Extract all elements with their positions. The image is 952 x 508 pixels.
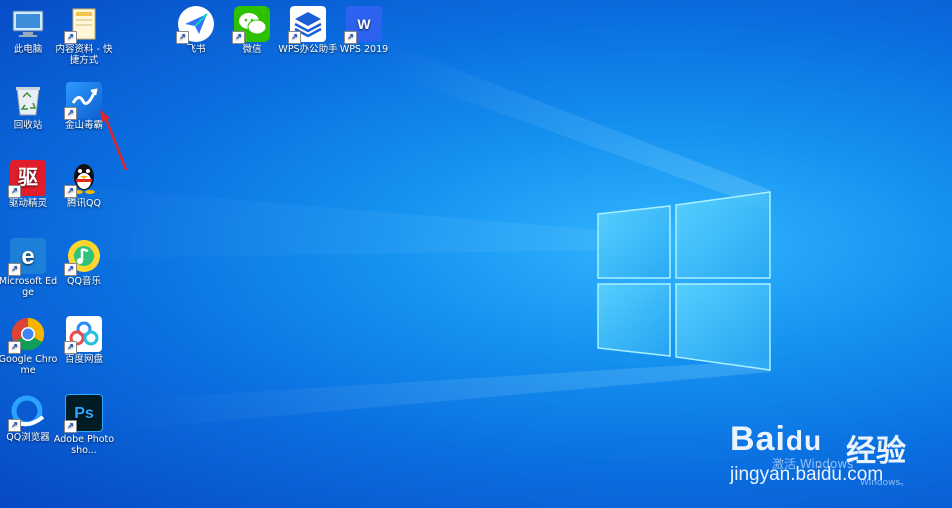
icon-label: QQ浏览器 (6, 432, 50, 443)
folder-icon: ↗ (64, 6, 102, 44)
edge-icon: e ↗ (8, 238, 46, 276)
icon-label: WPS 2019 (339, 44, 389, 55)
icon-label: WPS办公助手 (278, 44, 338, 55)
icon-label: 内容资料 - 快捷方式 (55, 44, 113, 66)
desktop-icon-wps-assistant[interactable]: ↗ WPS办公助手 (277, 6, 339, 55)
chrome-icon: ↗ (8, 316, 46, 354)
baidu-netdisk-icon: ↗ (64, 316, 102, 354)
icon-label: 微信 (242, 44, 262, 55)
baidu-logo: Baidu (730, 420, 823, 458)
icon-label: 驱动精灵 (8, 198, 47, 209)
shortcut-arrow-icon: ↗ (8, 263, 21, 276)
desktop-icon-wps-2019[interactable]: W ↗ WPS 2019 (333, 6, 395, 55)
wps-assistant-icon: ↗ (288, 6, 326, 44)
desktop-icon-feishu[interactable]: ↗ 飞书 (165, 6, 227, 55)
qq-music-icon: ↗ (64, 238, 102, 276)
recycle-bin-icon (10, 82, 46, 118)
shortcut-arrow-icon: ↗ (64, 185, 77, 198)
jingyan-url: jingyan.baidu.com (730, 464, 884, 485)
qq-browser-icon: ↗ (8, 394, 46, 432)
shortcut-arrow-icon: ↗ (64, 263, 77, 276)
shortcut-arrow-icon: ↗ (64, 31, 77, 44)
wechat-icon: ↗ (232, 6, 270, 44)
shortcut-arrow-icon: ↗ (8, 185, 21, 198)
windows-logo (597, 191, 771, 371)
shortcut-arrow-icon: ↗ (344, 31, 357, 44)
shortcut-arrow-icon: ↗ (64, 107, 77, 120)
photoshop-icon: Ps ↗ (64, 394, 103, 433)
desktop-icon-edge[interactable]: e ↗ Microsoft Edge (0, 238, 59, 298)
desktop-icon-chrome[interactable]: ↗ Google Chrome (0, 316, 59, 376)
desktop-icon-qq-music[interactable]: ↗ QQ音乐 (53, 238, 115, 287)
shortcut-arrow-icon: ↗ (176, 31, 189, 44)
desktop-icon-wechat[interactable]: ↗ 微信 (221, 6, 283, 55)
icon-label: Microsoft Edge (0, 276, 58, 298)
shortcut-arrow-icon: ↗ (64, 420, 77, 433)
feishu-icon: ↗ (176, 6, 214, 44)
desktop-icon-content-shortcut[interactable]: ↗ 内容资料 - 快捷方式 (53, 6, 115, 66)
desktop-icon-this-pc[interactable]: 此电脑 (0, 6, 59, 55)
desktop-icon-qq-browser[interactable]: ↗ QQ浏览器 (0, 394, 59, 443)
icon-label: 百度网盘 (64, 354, 103, 365)
shortcut-arrow-icon: ↗ (8, 419, 21, 432)
annotation-arrow (100, 110, 128, 171)
shortcut-arrow-icon: ↗ (232, 31, 245, 44)
icon-label: 腾讯QQ (67, 198, 101, 209)
icon-label: QQ音乐 (67, 276, 101, 287)
driver-genius-icon: 驱 ↗ (8, 160, 46, 198)
icon-label: 飞书 (186, 44, 206, 55)
icon-label: 回收站 (13, 120, 43, 131)
desktop-icon-driver-genius[interactable]: 驱 ↗ 驱动精灵 (0, 160, 59, 209)
icon-label: 此电脑 (13, 44, 43, 55)
wps-icon: W ↗ (344, 6, 382, 44)
icon-label: Google Chrome (0, 354, 58, 376)
desktop-icon-photoshop[interactable]: Ps ↗ Adobe Photosho... (53, 394, 115, 456)
baidu-jingyan-watermark: Baidu 经验 jingyan.baidu.com (730, 420, 950, 500)
icon-label: Adobe Photosho... (53, 434, 115, 456)
shortcut-arrow-icon: ↗ (8, 341, 21, 354)
shortcut-arrow-icon: ↗ (288, 31, 301, 44)
shortcut-arrow-icon: ↗ (64, 341, 77, 354)
desktop-icon-baidu-netdisk[interactable]: ↗ 百度网盘 (53, 316, 115, 365)
computer-icon (10, 6, 46, 42)
desktop-icon-recycle-bin[interactable]: 回收站 (0, 82, 59, 131)
